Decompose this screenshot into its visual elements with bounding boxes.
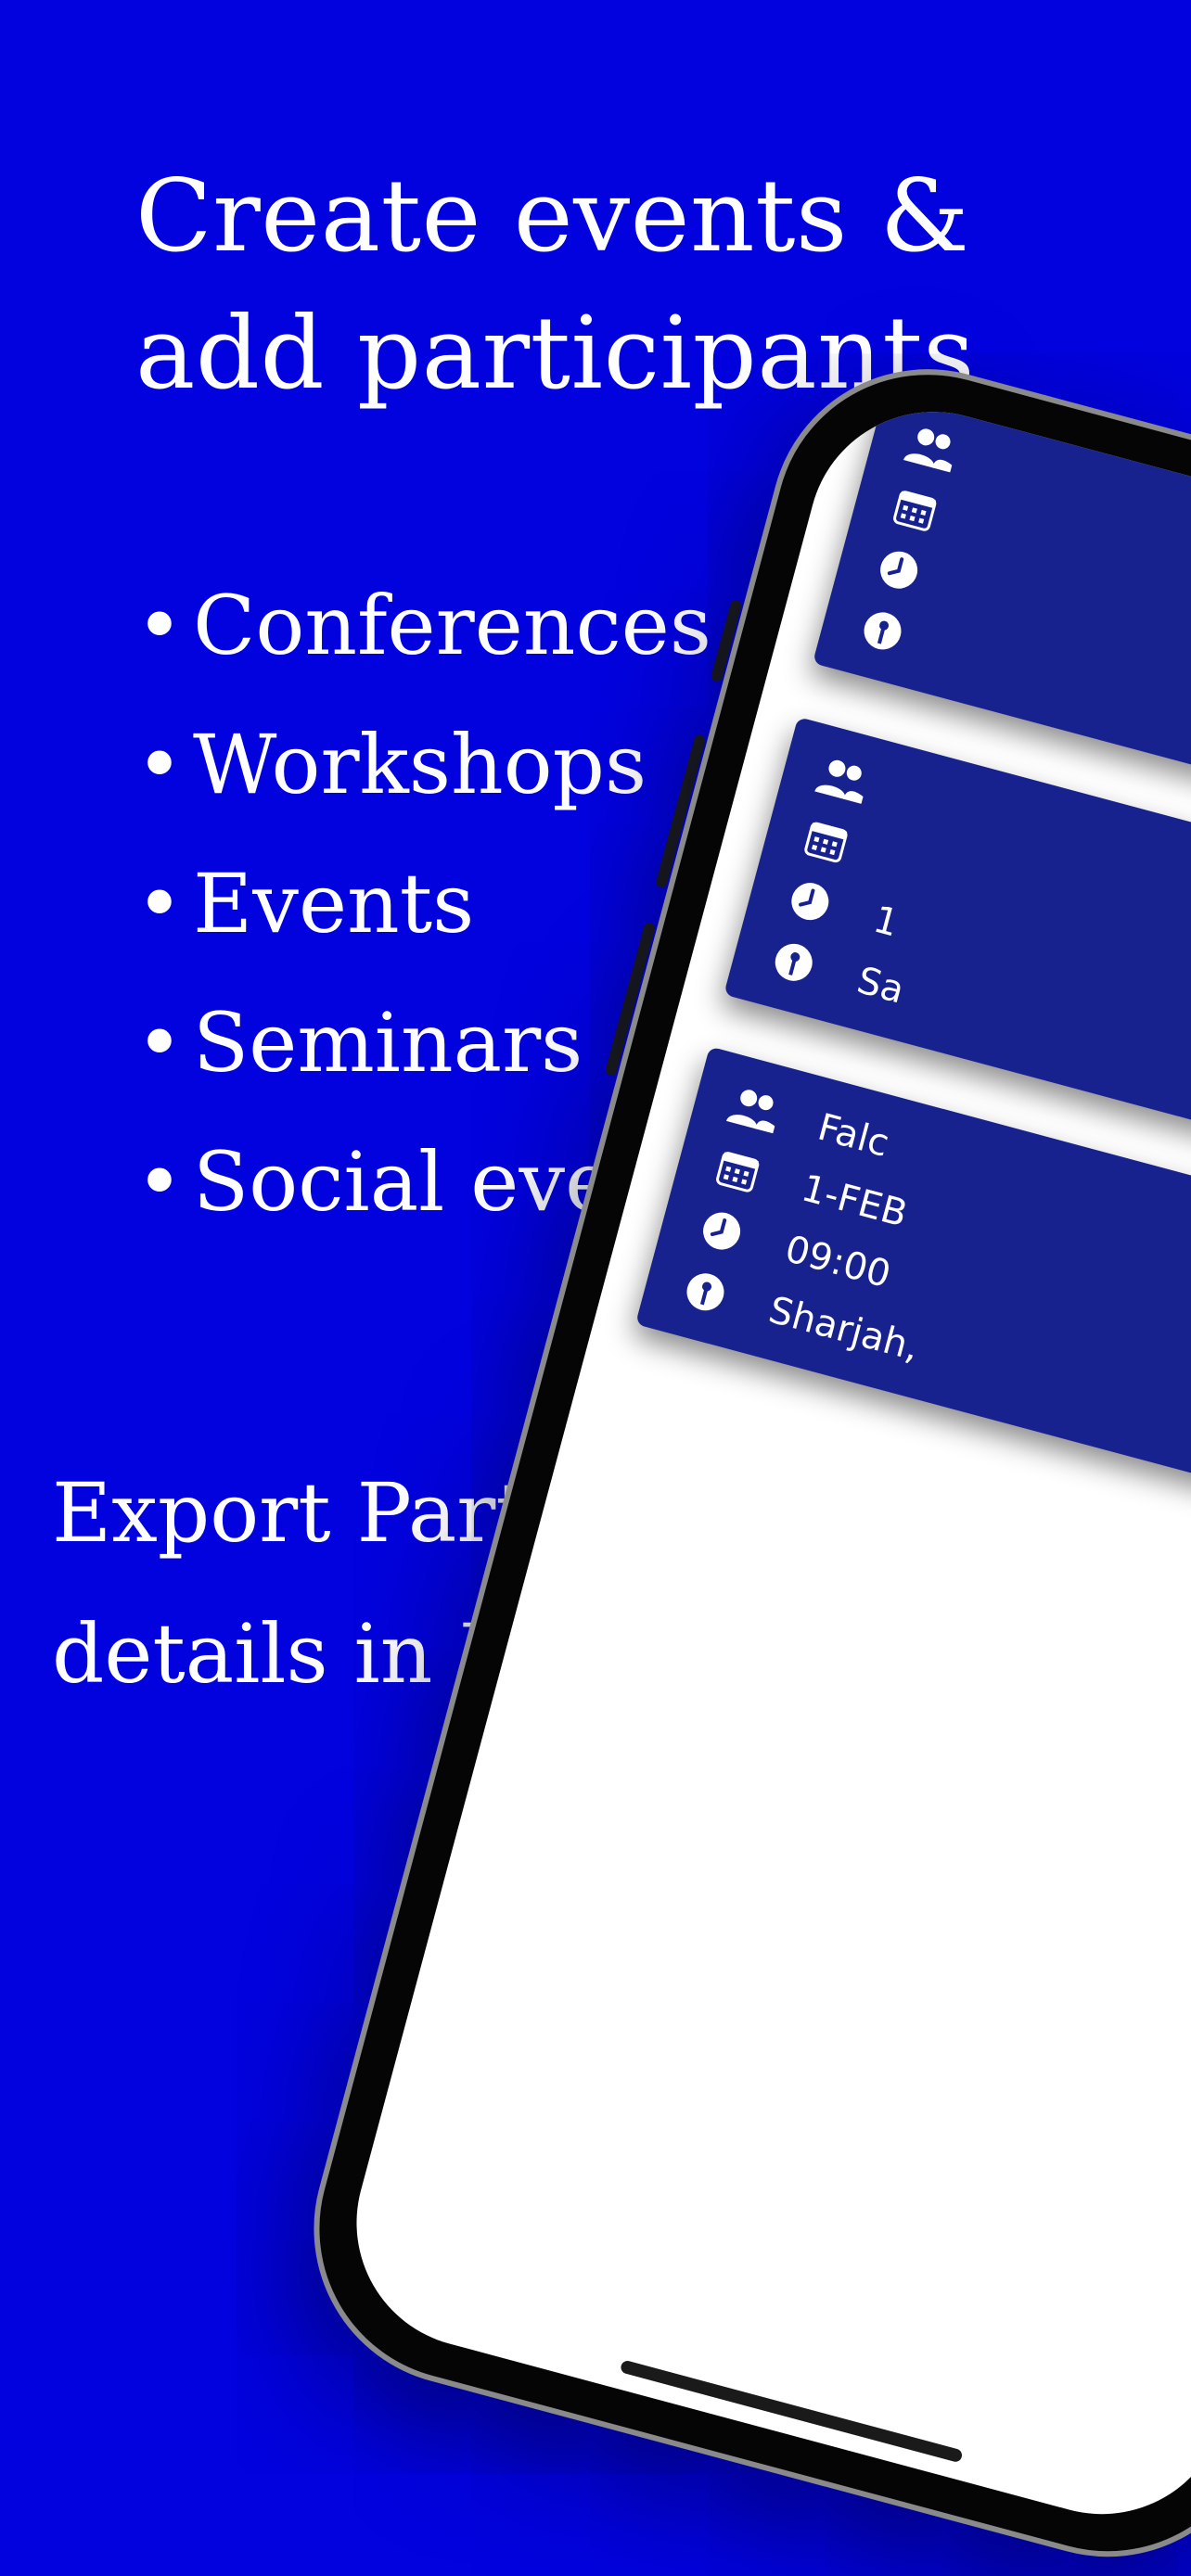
feature-label: Events [193, 856, 475, 951]
event-location: Sharjah, [764, 1288, 924, 1370]
location-pin-icon [672, 1262, 738, 1321]
feature-item-conferences: • Conferences [135, 556, 740, 695]
people-icon [899, 418, 965, 478]
feature-label: Workshops [193, 717, 647, 812]
calendar-icon [882, 479, 948, 539]
event-card[interactable]: Falc 1-FEB 09:00 Sharjah, [634, 1046, 1191, 1540]
card-row-location [849, 598, 954, 674]
bullet: • [135, 578, 184, 673]
calendar-icon [793, 811, 859, 871]
feature-label: Seminars [193, 995, 583, 1090]
headline-line-1: Create events & [135, 159, 970, 274]
feature-label: Conferences [193, 578, 711, 673]
location-pin-icon [761, 933, 826, 992]
bullet: • [135, 717, 184, 812]
bullet: • [135, 1134, 184, 1230]
people-icon [722, 1079, 788, 1139]
event-name: Falc [813, 1105, 894, 1166]
event-time: 1 [868, 898, 903, 946]
bullet: • [135, 856, 184, 951]
calendar-icon [705, 1141, 771, 1200]
clock-icon [777, 872, 843, 931]
location-pin-icon [850, 602, 916, 661]
clock-icon [689, 1202, 755, 1261]
clock-icon [866, 541, 932, 600]
event-location: Sa [852, 959, 909, 1013]
feature-item-workshops: • Workshops [135, 695, 740, 835]
people-icon [810, 750, 876, 810]
bullet: • [135, 995, 184, 1090]
